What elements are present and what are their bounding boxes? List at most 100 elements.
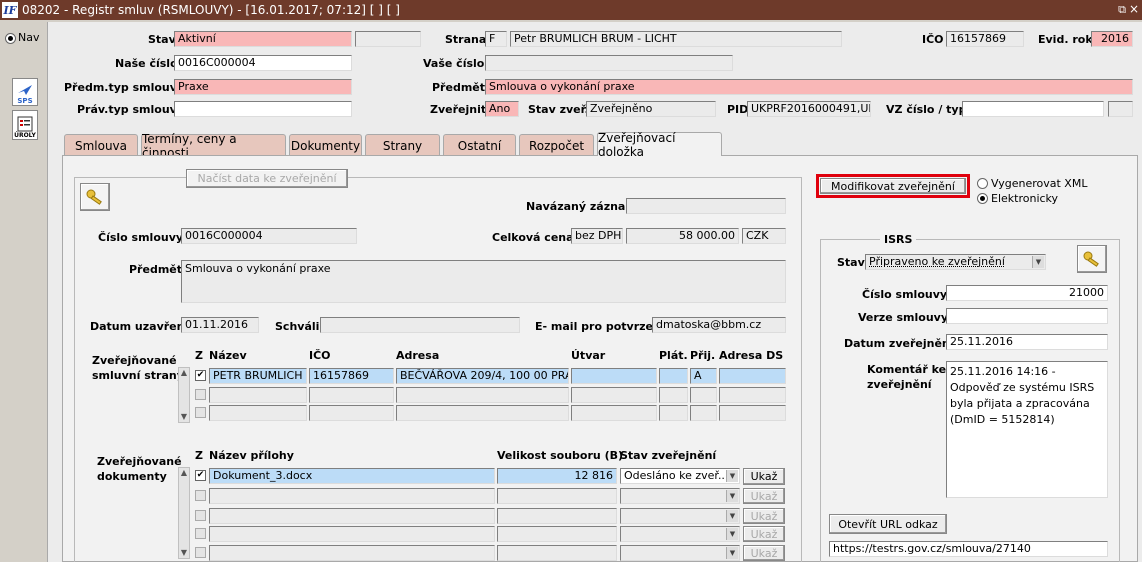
ukaz-button-disabled[interactable]: Ukaž (743, 545, 785, 561)
scroll-up-icon[interactable]: ▲ (179, 468, 189, 478)
strany-row-1-adresa[interactable]: BEČVÁŘOVA 209/4, 100 00 PRAHA (396, 368, 569, 384)
docs-row-5-checkbox[interactable] (195, 547, 206, 558)
ukaz-button-disabled[interactable]: Ukaž (743, 526, 785, 542)
strany-row-1-checkbox[interactable]: ✔ (195, 370, 206, 381)
docs-row-1-stav-select[interactable]: Odesláno ke zveř... ▼ (620, 468, 740, 484)
table-row[interactable]: ▼ (620, 545, 740, 561)
predmet-left-field[interactable]: Smlouva o vykonání praxe (181, 260, 786, 303)
chevron-down-icon[interactable]: ▼ (726, 490, 738, 502)
table-row[interactable] (659, 405, 688, 421)
radio-elektronicky[interactable] (977, 193, 988, 204)
table-row[interactable] (396, 387, 569, 403)
table-row[interactable] (497, 545, 617, 561)
modify-publication-button[interactable]: Modifikovat zveřejnění (820, 178, 966, 194)
table-row[interactable] (396, 405, 569, 421)
table-row[interactable] (497, 526, 617, 542)
table-row[interactable] (497, 488, 617, 504)
navazany-field[interactable] (626, 198, 786, 214)
url-field[interactable]: https://testrs.gov.cz/smlouva/27140 (829, 541, 1108, 557)
schvalil-field[interactable] (320, 317, 520, 333)
strany-row-1-ds[interactable] (719, 368, 786, 384)
table-row[interactable]: ▼ (620, 488, 740, 504)
table-row[interactable] (719, 405, 786, 421)
isrs-cislo-field[interactable]: 21000 (946, 285, 1108, 301)
vz-cislo-field[interactable] (962, 101, 1104, 117)
chevron-down-icon[interactable]: ▼ (726, 547, 738, 559)
table-row[interactable] (209, 488, 495, 504)
strana-code-field[interactable]: F (485, 31, 507, 47)
chevron-down-icon[interactable]: ▼ (726, 510, 738, 522)
table-row[interactable] (209, 508, 495, 524)
table-row[interactable] (497, 508, 617, 524)
strany-row-1-nazev[interactable]: PETR BRUMLICH BR (209, 368, 307, 384)
isrs-key-button[interactable] (1077, 245, 1107, 273)
isrs-koment-field[interactable]: 25.11.2016 14:16 - Odpověď ze systému IS… (946, 361, 1108, 498)
ico-field[interactable]: 16157869 (946, 31, 1024, 47)
sps-button[interactable]: SPS (12, 78, 38, 106)
scroll-up-icon[interactable]: ▲ (179, 368, 189, 378)
strana-name-field[interactable]: Petr BRUMLICH BRUM - LICHT (510, 31, 842, 47)
tab-dokumenty[interactable]: Dokumenty (289, 134, 362, 156)
strany-row-1-utvar[interactable] (571, 368, 657, 384)
chevron-down-icon[interactable]: ▼ (726, 528, 738, 540)
close-icon[interactable]: × (1129, 2, 1139, 16)
docs-row-2-checkbox[interactable] (195, 490, 206, 501)
stav-zver-field[interactable]: Zveřejněno (586, 101, 716, 117)
cena-field[interactable]: 58 000.00 (626, 228, 739, 244)
table-row[interactable] (719, 387, 786, 403)
scroll-down-icon[interactable]: ▼ (179, 548, 189, 558)
ukaz-button-disabled[interactable]: Ukaž (743, 488, 785, 504)
table-row[interactable] (571, 387, 657, 403)
cislo-smlouvy-field[interactable]: 0016C000004 (181, 228, 357, 244)
docs-row-1-nazev[interactable]: Dokument_3.docx (209, 468, 495, 484)
table-row[interactable] (209, 387, 307, 403)
stav-field[interactable]: Aktivní (174, 31, 352, 47)
table-row[interactable] (309, 387, 394, 403)
zverejnit-field[interactable]: Ano (485, 101, 519, 117)
docs-scrollbar[interactable]: ▲ ▼ (178, 467, 190, 559)
strany-row-2-checkbox[interactable] (195, 389, 206, 400)
isrs-datum-field[interactable]: 25.11.2016 (946, 334, 1108, 350)
table-row[interactable] (209, 526, 495, 542)
predm-typ-field[interactable]: Praxe (174, 79, 352, 95)
open-url-button[interactable]: Otevřít URL odkaz (829, 514, 947, 534)
tab-strany[interactable]: Strany (365, 134, 440, 156)
strany-row-1-plat[interactable] (659, 368, 688, 384)
restore-icon[interactable]: ⧉ (1118, 3, 1126, 17)
cena-dph-field[interactable]: bez DPH (571, 228, 623, 244)
vz-typ-field[interactable] (1108, 101, 1133, 117)
ukaz-button-disabled[interactable]: Ukaž (743, 508, 785, 524)
table-row[interactable] (209, 545, 495, 561)
isrs-stav-select[interactable]: Připraveno ke zveřejnění ▼ (865, 254, 1046, 270)
tab-smlouva[interactable]: Smlouva (64, 134, 138, 156)
ukaz-button[interactable]: Ukaž (743, 468, 785, 485)
prav-typ-field[interactable] (174, 101, 352, 117)
chevron-down-icon[interactable]: ▼ (726, 470, 738, 482)
email-field[interactable]: dmatoska@bbm.cz (652, 317, 786, 333)
scroll-down-icon[interactable]: ▼ (179, 412, 189, 422)
table-row[interactable] (309, 405, 394, 421)
table-row[interactable] (659, 387, 688, 403)
tab-zverejnovaci-dolozka[interactable]: Zveřejňovací doložka (597, 131, 722, 159)
tab-ostatni[interactable]: Ostatní (443, 134, 516, 156)
table-row[interactable] (690, 387, 717, 403)
strany-row-1-ico[interactable]: 16157869 (309, 368, 394, 384)
cena-mena-field[interactable]: CZK (742, 228, 786, 244)
docs-row-3-checkbox[interactable] (195, 510, 206, 521)
table-row[interactable] (571, 405, 657, 421)
predmet-field[interactable]: Smlouva o vykonání praxe (485, 79, 1133, 95)
vase-cislo-field[interactable] (485, 55, 733, 71)
table-row[interactable] (690, 405, 717, 421)
table-row[interactable]: ▼ (620, 526, 740, 542)
nase-cislo-field[interactable]: 0016C000004 (174, 55, 352, 71)
datum-uzavreni-field[interactable]: 01.11.2016 (181, 317, 259, 333)
pid-field[interactable]: UKPRF2016000491,UKPF (747, 101, 871, 117)
radio-xml[interactable] (977, 178, 988, 189)
nav-radio[interactable] (5, 33, 16, 44)
tab-rozpocet[interactable]: Rozpočet (519, 134, 594, 156)
key-button[interactable] (80, 183, 110, 211)
stav-extra-field[interactable] (355, 31, 421, 47)
table-row[interactable] (209, 405, 307, 421)
table-row[interactable]: ▼ (620, 508, 740, 524)
docs-row-1-checkbox[interactable]: ✔ (195, 470, 206, 481)
